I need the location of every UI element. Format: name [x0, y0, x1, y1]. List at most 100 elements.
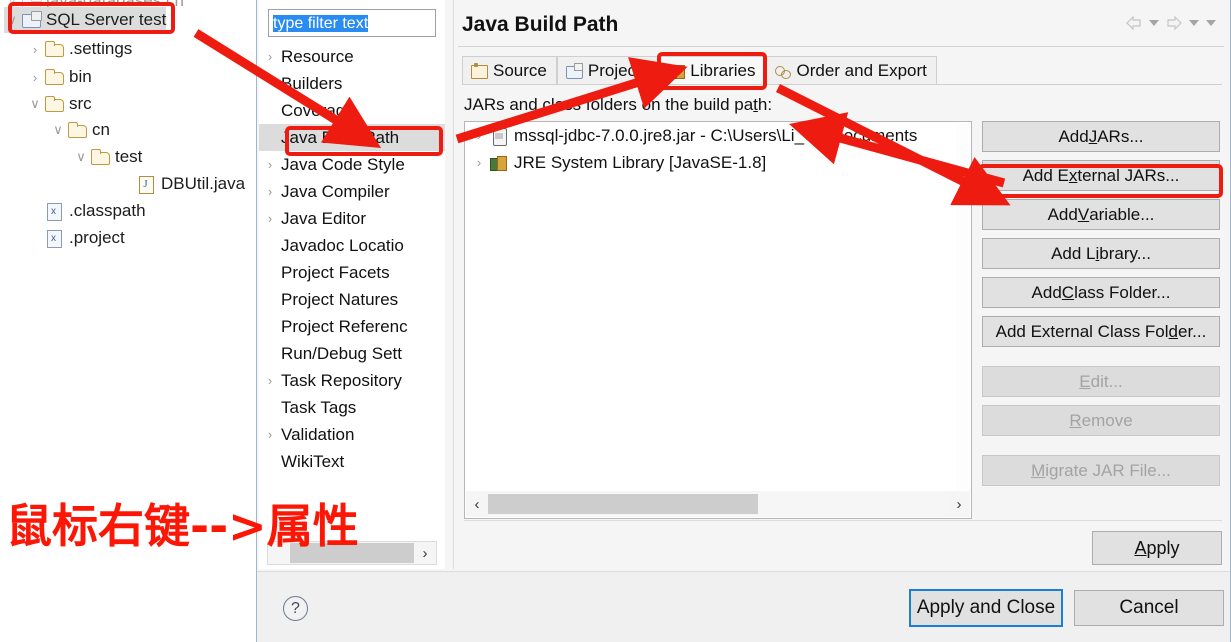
tab-source[interactable]: Source — [462, 56, 557, 85]
back-arrow-icon[interactable] — [1124, 13, 1144, 33]
screenshot-root: ∨ java-databases.cn ∨ SQL Server test › .sett… — [0, 0, 1231, 642]
chevron-down-icon[interactable]: ∨ — [4, 7, 20, 33]
button-label-mnemonic: R — [1069, 410, 1082, 430]
pref-tree-item-label: Task Tags — [281, 397, 357, 417]
tree-item[interactable]: › bin — [27, 64, 92, 90]
chevron-right-icon[interactable]: › — [259, 49, 281, 64]
pref-tree-item-project-facets[interactable]: Project Facets — [259, 259, 445, 286]
chevron-right-icon[interactable]: › — [259, 157, 281, 172]
button-label-post: dit... — [1090, 371, 1123, 391]
pref-tree-item-java-code-style[interactable]: › Java Code Style — [259, 151, 445, 178]
pref-tree-item-label: Java Editor — [281, 208, 367, 228]
preference-tree[interactable]: › Resource Builders Coverage Java Build Path… — [259, 43, 445, 535]
chevron-right-icon[interactable]: › — [259, 427, 281, 442]
jars-label-post: h: — [757, 95, 773, 114]
build-path-list[interactable]: › mssql-jdbc-7.0.0.jre8.jar - C:\Users\Li… — [464, 121, 972, 519]
add-jars-button[interactable]: Add J ARs... — [982, 121, 1220, 152]
chevron-down-icon[interactable]: ∨ — [27, 91, 43, 117]
pref-tree-item-validation[interactable]: › Validation — [259, 421, 445, 448]
pref-tree-item-label: Builders — [281, 73, 343, 93]
pref-tree-item-javadoc-locatio[interactable]: Javadoc Locatio — [259, 232, 445, 259]
apply-and-close-button[interactable]: Apply and Close — [909, 589, 1063, 627]
tab-label: Source — [493, 61, 547, 80]
chevron-left-icon[interactable]: ‹ — [466, 493, 488, 515]
scrollbar-thumb[interactable] — [488, 494, 758, 514]
help-icon[interactable]: ? — [283, 596, 308, 621]
migrate-jar-file-button: Migrate JAR File... — [982, 455, 1220, 486]
tree-item-label: DBUtil.java — [161, 174, 246, 193]
pref-tree-item-task-repository[interactable]: › Task Repository — [259, 367, 445, 394]
tab-order-and-export[interactable]: Order and Export — [765, 56, 937, 85]
tree-item[interactable]: ∨ src — [27, 91, 91, 117]
back-history-chevron-down-icon[interactable] — [1147, 13, 1161, 33]
java-file-icon — [135, 173, 157, 195]
dialog-body: type filter text › Resource Builders Covera… — [257, 0, 1230, 571]
pref-tree-item-java-compiler[interactable]: › Java Compiler — [259, 178, 445, 205]
pref-tree-item-run-debug-sett[interactable]: Run/Debug Sett — [259, 340, 445, 367]
build-path-list-hscrollbar[interactable]: ‹ › — [466, 491, 970, 517]
chevron-right-icon[interactable]: › — [259, 211, 281, 226]
projects-icon — [565, 62, 583, 80]
add-variable-button[interactable]: Add Variable... — [982, 199, 1220, 230]
chevron-right-icon[interactable]: › — [27, 36, 43, 62]
build-path-list-vscrollbar[interactable] — [956, 123, 970, 490]
button-label-pre: Add E — [1022, 165, 1069, 185]
pref-tree-item-project-referenc[interactable]: Project Referenc — [259, 313, 445, 340]
tab-projects[interactable]: Projects — [556, 56, 660, 85]
pref-tree-item-resource[interactable]: › Resource — [259, 43, 445, 70]
pref-tree-item-builders[interactable]: Builders — [259, 70, 445, 97]
apply-button[interactable]: Apply — [1092, 531, 1222, 565]
tree-item[interactable]: ∨ test — [73, 144, 142, 170]
button-label-post: ariable... — [1089, 204, 1155, 224]
tab-bar[interactable]: Source Projects Libraries Order and Export — [462, 55, 1222, 85]
chevron-right-icon[interactable]: › — [259, 373, 281, 388]
tree-item[interactable]: .classpath — [27, 198, 146, 224]
xml-file-icon — [43, 200, 65, 222]
pref-tree-item-task-tags[interactable]: Task Tags — [259, 394, 445, 421]
tree-item[interactable]: ∨ SQL Server test — [4, 7, 167, 33]
pref-tree-item-coverage[interactable]: Coverage — [259, 97, 445, 124]
chevron-right-icon[interactable]: › — [27, 64, 43, 90]
pref-tree-item-label: Java Build Path — [281, 127, 400, 147]
order-export-icon — [774, 62, 792, 80]
forward-arrow-icon[interactable] — [1164, 13, 1184, 33]
cancel-button[interactable]: Cancel — [1074, 590, 1224, 626]
pref-tree-item-project-natures[interactable]: Project Natures — [259, 286, 445, 313]
chevron-right-icon[interactable]: › — [469, 155, 489, 170]
page-title: Java Build Path — [462, 13, 619, 36]
add-library-button[interactable]: Add Li brary... — [982, 238, 1220, 269]
chevron-right-icon[interactable]: › — [948, 493, 970, 515]
chevron-down-icon[interactable]: ∨ — [50, 117, 66, 143]
forward-history-chevron-down-icon[interactable] — [1187, 13, 1201, 33]
navigation-toolbar[interactable] — [1124, 13, 1218, 33]
button-label-mnemonic: C — [1061, 282, 1075, 302]
tree-item[interactable]: .project — [27, 225, 125, 251]
preferences-panel: type filter text › Resource Builders Covera… — [259, 0, 445, 569]
pref-tree-item-java-editor[interactable]: › Java Editor — [259, 205, 445, 232]
view-menu-chevron-down-icon[interactable] — [1204, 13, 1218, 33]
chevron-right-icon[interactable]: › — [259, 184, 281, 199]
add-external-class-folder-button[interactable]: Add External Class Fol d er... — [982, 316, 1220, 347]
tab-label: Libraries — [690, 61, 756, 80]
tree-item[interactable]: ∨ cn — [50, 117, 110, 143]
tree-item[interactable]: › .settings — [27, 36, 132, 62]
tab-libraries[interactable]: Libraries — [659, 56, 766, 85]
chevron-right-icon[interactable]: › — [469, 128, 489, 143]
chevron-down-icon[interactable]: ∨ — [73, 144, 89, 170]
build-path-entry[interactable]: › JRE System Library [JavaSE-1.8] — [465, 149, 971, 176]
pref-tree-item-label: Run/Debug Sett — [281, 343, 402, 363]
jars-label-pre: JARs and class folders on the build pa — [464, 95, 754, 114]
callout-text: 鼠标右键-->属性 — [6, 499, 359, 553]
tree-item-label: cn — [92, 120, 110, 139]
tree-item-label: .project — [69, 228, 125, 247]
add-external-jars-button[interactable]: Add Ex ternal JARs... — [982, 160, 1220, 191]
pref-tree-item-wikitext[interactable]: WikiText — [259, 448, 445, 475]
add-class-folder-button[interactable]: Add Class Folder... — [982, 277, 1220, 308]
pref-tree-item-java-build-path[interactable]: Java Build Path — [259, 124, 445, 151]
build-path-entry[interactable]: › mssql-jdbc-7.0.0.jre8.jar - C:\Users\Li… — [465, 122, 971, 149]
tree-item[interactable]: DBUtil.java — [119, 171, 245, 197]
filter-input[interactable]: type filter text — [268, 9, 436, 37]
button-label-pre: Add — [1047, 204, 1078, 224]
button-label-pre: Add L — [1051, 243, 1096, 263]
chevron-right-icon[interactable]: › — [414, 542, 436, 564]
